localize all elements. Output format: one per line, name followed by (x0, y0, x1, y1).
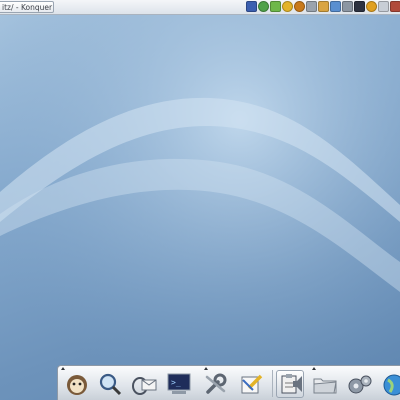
gears-icon (348, 375, 372, 394)
extra-icon[interactable] (390, 1, 400, 12)
folder-launcher[interactable] (311, 370, 339, 398)
settings-icon (205, 373, 227, 394)
terminal-launcher[interactable]: >_ (165, 370, 193, 398)
world-icon (383, 374, 400, 396)
taskbar-window-button[interactable]: itz/ - Konquer (0, 1, 54, 13)
gauge-icon[interactable] (294, 1, 305, 12)
panel-separator (272, 370, 273, 397)
terminal-icon: >_ (167, 373, 191, 394)
speaker-icon[interactable] (282, 1, 293, 12)
search-launcher[interactable] (96, 370, 124, 398)
top-panel: itz/ - Konquer (0, 0, 400, 15)
mail-icon[interactable] (306, 1, 317, 12)
settings-launcher[interactable] (202, 370, 230, 398)
system-tray (246, 1, 400, 13)
kde-menu-button[interactable] (63, 370, 91, 398)
edit-icon (241, 374, 263, 394)
email-icon (132, 377, 157, 395)
printer-icon[interactable] (342, 1, 353, 12)
terminal-icon[interactable] (354, 1, 365, 12)
wallpaper (0, 0, 400, 400)
bottom-panel: >_ (57, 365, 400, 400)
desktop[interactable]: itz/ - Konquer >_ (0, 0, 400, 400)
search-icon (99, 373, 122, 396)
kde-menu-icon (67, 375, 87, 395)
email-launcher[interactable] (130, 370, 158, 398)
antenna-icon[interactable] (270, 1, 281, 12)
system-launcher[interactable] (346, 370, 374, 398)
sound-icon (293, 376, 302, 392)
pen-icon[interactable] (330, 1, 341, 12)
globe-icon[interactable] (258, 1, 269, 12)
network-icon[interactable] (246, 1, 257, 12)
folder-icon (313, 378, 337, 394)
clipboard-icon[interactable] (378, 1, 389, 12)
browser-launcher[interactable] (380, 370, 400, 398)
edit-launcher[interactable] (238, 370, 266, 398)
package-icon[interactable] (318, 1, 329, 12)
sound-applet[interactable] (291, 370, 305, 398)
power-icon[interactable] (366, 1, 377, 12)
svg-text:>_: >_ (171, 378, 181, 387)
